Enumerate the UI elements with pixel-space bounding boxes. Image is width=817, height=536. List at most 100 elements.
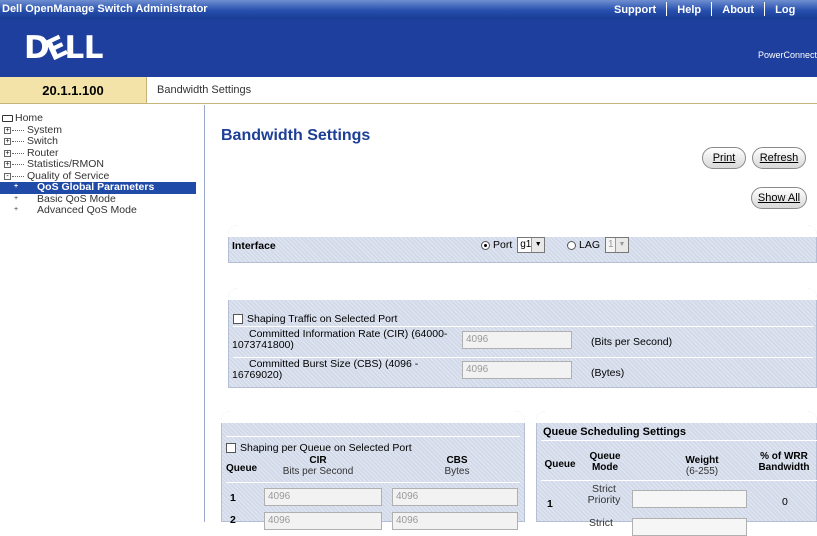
divider (541, 440, 817, 441)
cbs-input[interactable]: 4096 (462, 361, 572, 379)
chevron-down-icon: ▼ (614, 238, 628, 252)
queue-column-header: Queue (226, 463, 258, 474)
help-link[interactable]: Help (677, 4, 701, 16)
link-divider (711, 2, 713, 16)
cbs-label: Committed Burst Size (CBS) (4096 - 16769… (232, 359, 418, 381)
tree-connector (12, 175, 24, 177)
port-radio[interactable] (481, 240, 490, 250)
cir-unit: (Bits per Second) (591, 336, 673, 348)
print-button[interactable]: Print (702, 147, 746, 169)
expand-icon[interactable]: + (4, 161, 11, 169)
lag-radio[interactable] (567, 240, 577, 250)
port-select[interactable]: g1 ▼ (517, 237, 546, 253)
refresh-button[interactable]: Refresh (752, 147, 806, 169)
queue-mode-label: Strict (589, 517, 613, 529)
weight-header-label: Weight (685, 455, 719, 466)
tree-item[interactable]: + Statistics/RMON (0, 158, 204, 171)
tree-label: Switch (27, 135, 58, 147)
header-links: Support Help About Log (614, 2, 795, 17)
expand-icon[interactable]: + (11, 183, 21, 191)
queue-cbs-input[interactable]: 4096 (392, 512, 518, 530)
queue-shaping-panel: Shaping per Queue on Selected Port Queue… (221, 411, 525, 530)
cbs-header-label: CBS (446, 455, 468, 466)
cir-header-sub: Bits per Second (282, 466, 354, 477)
port-select-value: g1 (520, 239, 532, 250)
port-label: Port (493, 238, 513, 251)
tree-list: + System + Switch + Router + Statistics/RMON - Qu… (0, 124, 204, 217)
tree-item[interactable]: + Advanced QoS Mode (0, 204, 204, 217)
queue-mode-label: Strict Priority (587, 483, 621, 506)
tree-item[interactable]: + QoS Global Parameters (0, 181, 196, 194)
cir-label-line2: 1073741800) (232, 339, 294, 351)
queue-shaping-checkbox[interactable] (226, 443, 236, 454)
lag-select[interactable]: 1 ▼ (604, 237, 629, 253)
tree-label: Statistics/RMON (27, 158, 105, 170)
collapse-icon[interactable]: - (4, 172, 11, 180)
expand-icon[interactable]: + (11, 195, 21, 203)
chevron-down-icon: ▼ (531, 238, 545, 252)
queue-number: 1 (230, 492, 236, 504)
queue-cbs-input[interactable]: 4096 (392, 488, 518, 506)
queue-number: 1 (547, 498, 553, 510)
queue-scheduling-panel: Queue Scheduling Settings Queue Queue Mo… (536, 411, 817, 536)
expand-icon[interactable]: + (11, 206, 21, 214)
about-link[interactable]: About (722, 4, 754, 16)
tree-label: Advanced QoS Mode (37, 204, 137, 216)
panel-header (228, 288, 817, 300)
logout-link[interactable]: Log (775, 4, 795, 16)
shaping-checkbox[interactable] (233, 314, 243, 325)
panel-header (228, 225, 817, 237)
cir-label: Committed Information Rate (CIR) (64000-… (232, 329, 447, 351)
support-link[interactable]: Support (614, 4, 656, 16)
queue-cir-input[interactable]: 4096 (264, 488, 382, 506)
expand-icon[interactable]: + (4, 126, 11, 134)
tree-item[interactable]: + Switch (0, 135, 204, 148)
divider (233, 326, 813, 327)
weight-header-sub: (6-255) (685, 466, 719, 477)
app-title: Dell OpenManage Switch Administrator (2, 3, 208, 15)
navigation-tree: Home + System + Switch + Router + Statistics/RM… (0, 105, 205, 522)
expand-icon[interactable]: + (4, 138, 11, 146)
tree-item-home[interactable]: Home (0, 112, 204, 125)
dell-logo: DELL (24, 28, 104, 68)
interface-panel: Interface Port g1 ▼ LAG 1 ▼ (228, 225, 817, 263)
device-ip: 20.1.1.100 (0, 77, 147, 104)
show-all-button[interactable]: Show All (751, 187, 807, 209)
cbs-header-sub: Bytes (444, 466, 470, 477)
tree-connector (12, 129, 24, 131)
divider (226, 436, 520, 437)
weight-column-header: Weight (6-255) (657, 455, 747, 477)
folder-icon (2, 115, 13, 123)
queue-column-header: Queue (544, 459, 576, 470)
expand-icon[interactable]: + (4, 149, 11, 157)
link-divider (764, 2, 766, 16)
queue-cir-input[interactable]: 4096 (264, 512, 382, 530)
cbs-column-header: CBS Bytes (397, 455, 517, 477)
panel-header (221, 411, 525, 423)
interface-selector: Port g1 ▼ LAG 1 ▼ (481, 237, 629, 253)
breadcrumb: Bandwidth Settings (147, 77, 817, 104)
cir-header-label: CIR (309, 455, 327, 466)
port-shaping-panel: Shaping Traffic on Selected Port Committ… (228, 288, 817, 388)
cbs-label-line2: 16769020) (232, 369, 283, 381)
tree-connector (12, 141, 24, 143)
lag-select-value: 1 (607, 239, 614, 250)
weight-input[interactable] (632, 490, 747, 508)
tree-connector (12, 164, 24, 166)
shaping-checkbox-row: Shaping Traffic on Selected Port (233, 313, 397, 325)
divider (226, 482, 520, 483)
title-bar: Dell OpenManage Switch Administrator Sup… (0, 0, 817, 19)
cbs-unit: (Bytes) (591, 367, 625, 379)
interface-label: Interface (232, 240, 276, 252)
wrr-column-header: % of WRR Bandwidth (758, 451, 810, 473)
weight-input[interactable] (632, 518, 747, 536)
brand-bar: DELL PowerConnect (0, 19, 817, 77)
tree-label: QoS Global Parameters (37, 181, 155, 193)
queue-number: 2 (230, 514, 236, 526)
cir-input[interactable]: 4096 (462, 331, 572, 349)
lag-label: LAG (579, 238, 601, 251)
shaping-checkbox-label: Shaping Traffic on Selected Port (247, 313, 398, 325)
mode-column-header: Queue Mode (589, 451, 621, 473)
tree-connector (12, 152, 24, 154)
main-content: Bandwidth Settings Print Refresh Show Al… (206, 105, 817, 536)
